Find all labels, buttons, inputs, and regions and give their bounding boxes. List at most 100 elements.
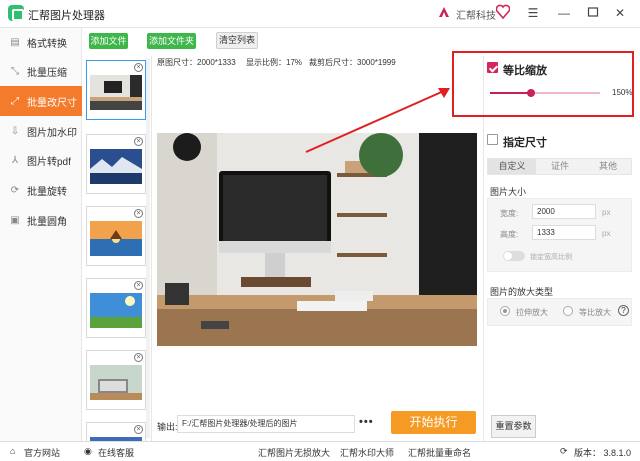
scale-value: 150% xyxy=(612,88,633,97)
thumbnail-scrollbar[interactable] xyxy=(146,58,150,438)
thumbnail-image xyxy=(90,365,142,400)
remove-thumbnail-icon[interactable]: × xyxy=(134,63,143,72)
thumbnail-item[interactable]: × xyxy=(86,206,146,266)
tab-id-photo[interactable]: 证件 xyxy=(536,159,584,174)
sidebar-item-rotate[interactable]: ⟳ 批量旋转 xyxy=(0,176,82,205)
watermark-icon: ⇩ xyxy=(10,126,20,137)
maximize-icon[interactable] xyxy=(586,6,600,20)
remove-thumbnail-icon[interactable]: × xyxy=(134,209,143,218)
custom-size-label: 指定尺寸 xyxy=(503,137,547,149)
watermark-master-link[interactable]: 汇帮水印大师 xyxy=(340,446,394,459)
original-size-text: 原图尺寸：2000*1333 xyxy=(157,58,236,67)
thumbnail-image xyxy=(90,221,142,256)
height-input[interactable]: 1333 xyxy=(532,225,596,240)
proportional-enlarge-radio[interactable] xyxy=(563,306,573,316)
proportional-scale-label: 等比缩放 xyxy=(503,65,547,77)
proportional-enlarge-label: 等比放大 xyxy=(579,308,611,317)
stretch-radio[interactable] xyxy=(500,306,510,316)
sidebar-item-rounded[interactable]: ▣ 批量圆角 xyxy=(0,206,82,235)
rotate-icon: ⟳ xyxy=(10,185,20,196)
height-unit: px xyxy=(602,229,611,238)
sidebar-item-label: 图片加水印 xyxy=(27,128,77,139)
clear-list-button[interactable]: 清空列表 xyxy=(216,32,258,49)
remove-thumbnail-icon[interactable]: × xyxy=(134,281,143,290)
app-logo-icon xyxy=(8,5,24,21)
sidebar-item-label: 批量旋转 xyxy=(27,187,67,198)
support-link[interactable]: 在线客服 xyxy=(98,446,134,459)
help-icon[interactable]: ? xyxy=(618,305,629,316)
display-ratio-text: 显示比例：17% xyxy=(246,58,303,67)
reset-params-button[interactable]: 重置参数 xyxy=(491,415,536,438)
title-bar: 汇帮图片处理器 汇帮科技 ☰ — ✕ xyxy=(0,0,640,28)
app-window: 汇帮图片处理器 汇帮科技 ☰ — ✕ ▤ 格式转换 ⤡ 批量压缩 ⤢ 批量改尺寸… xyxy=(0,0,640,461)
home-icon[interactable]: ⌂ xyxy=(10,446,15,456)
sidebar-item-pdf[interactable]: ⅄ 图片转pdf xyxy=(0,146,82,175)
thumbnail-item[interactable]: × xyxy=(86,350,146,410)
browse-button[interactable]: ••• xyxy=(359,416,374,428)
annotation-arrow xyxy=(305,88,450,153)
scale-slider-fill xyxy=(490,92,531,94)
remove-thumbnail-icon[interactable]: × xyxy=(134,425,143,434)
version-text: 版本： 3.8.1.0 xyxy=(574,448,632,458)
compress-icon: ⤡ xyxy=(11,66,19,77)
thumbnail-image xyxy=(90,149,142,184)
start-button[interactable]: 开始执行 xyxy=(391,411,476,434)
app-title: 汇帮图片处理器 xyxy=(28,10,105,22)
lock-ratio-label: 锁定宽高比例 xyxy=(530,254,572,261)
custom-size-checkbox[interactable] xyxy=(487,134,498,145)
rounded-corner-icon: ▣ xyxy=(10,215,20,226)
batch-rename-link[interactable]: 汇帮批量重命名 xyxy=(408,446,471,459)
thumbnail-item[interactable]: × xyxy=(86,60,146,120)
tab-other[interactable]: 其他 xyxy=(584,159,632,174)
lock-ratio-toggle[interactable] xyxy=(503,251,525,261)
pdf-icon: ⅄ xyxy=(11,155,19,166)
sidebar-item-label: 批量改尺寸 xyxy=(27,97,77,109)
sidebar-item-label: 批量圆角 xyxy=(27,217,67,228)
brand-name: 汇帮科技 xyxy=(456,11,496,22)
remove-thumbnail-icon[interactable]: × xyxy=(134,137,143,146)
bottom-bar: ⌂ 官方网站 ◉ 在线客服 汇帮图片无损放大 汇帮水印大师 汇帮批量重命名 ⟳ … xyxy=(0,441,640,461)
output-label: 输出: xyxy=(157,422,178,432)
preview-image xyxy=(157,133,477,346)
sidebar-item-compress[interactable]: ⤡ 批量压缩 xyxy=(0,57,82,86)
remove-thumbnail-icon[interactable]: × xyxy=(134,353,143,362)
heart-icon[interactable] xyxy=(496,4,510,20)
add-folder-button[interactable]: 添加文件夹 xyxy=(147,33,196,49)
lossless-link[interactable]: 汇帮图片无损放大 xyxy=(258,446,330,459)
image-size-title: 图片大小 xyxy=(490,187,527,197)
sidebar-item-resize[interactable]: ⤢ 批量改尺寸 xyxy=(0,86,82,116)
resize-icon: ⤢ xyxy=(11,95,19,107)
stretch-label: 拉伸放大 xyxy=(516,308,548,317)
chat-icon[interactable]: ◉ xyxy=(84,446,92,457)
proportional-scale-checkbox[interactable] xyxy=(487,62,498,73)
refresh-icon[interactable]: ⟳ xyxy=(560,446,568,457)
add-file-button[interactable]: 添加文件 xyxy=(89,33,128,49)
width-unit: px xyxy=(602,208,611,217)
scale-slider-handle[interactable] xyxy=(527,89,535,97)
sidebar: ▤ 格式转换 ⤡ 批量压缩 ⤢ 批量改尺寸 ⇩ 图片加水印 ⅄ 图片转pdf ⟳… xyxy=(0,28,82,441)
sidebar-item-watermark[interactable]: ⇩ 图片加水印 xyxy=(0,117,82,146)
minimize-icon[interactable]: — xyxy=(557,6,571,20)
format-convert-icon: ▤ xyxy=(10,37,20,48)
crop-size-text: 裁剪后尺寸：3000*1999 xyxy=(309,58,396,67)
width-input[interactable]: 2000 xyxy=(532,204,596,219)
thumbnail-image xyxy=(90,293,142,328)
thumbnail-list: × × × × × × xyxy=(82,56,152,441)
thumbnail-item[interactable]: × xyxy=(86,422,146,441)
thumbnail-item[interactable]: × xyxy=(86,134,146,194)
menu-icon[interactable]: ☰ xyxy=(526,6,540,20)
thumbnail-image xyxy=(90,75,142,110)
close-icon[interactable]: ✕ xyxy=(613,6,627,20)
highlight-box xyxy=(452,51,634,117)
height-label: 高度: xyxy=(500,230,519,239)
brand-logo-icon xyxy=(439,7,449,17)
tab-custom[interactable]: 自定义 xyxy=(488,159,536,174)
thumbnail-item[interactable]: × xyxy=(86,278,146,338)
website-link[interactable]: 官方网站 xyxy=(24,446,60,459)
sidebar-item-label: 格式转换 xyxy=(27,39,67,50)
sidebar-item-format-convert[interactable]: ▤ 格式转换 xyxy=(0,28,82,57)
output-path-field[interactable]: F:/汇帮图片处理器/处理后的图片 xyxy=(177,415,355,433)
width-label: 宽度: xyxy=(500,209,519,218)
size-tabs: 自定义 证件 其他 xyxy=(487,158,632,175)
sidebar-item-label: 图片转pdf xyxy=(27,157,71,168)
